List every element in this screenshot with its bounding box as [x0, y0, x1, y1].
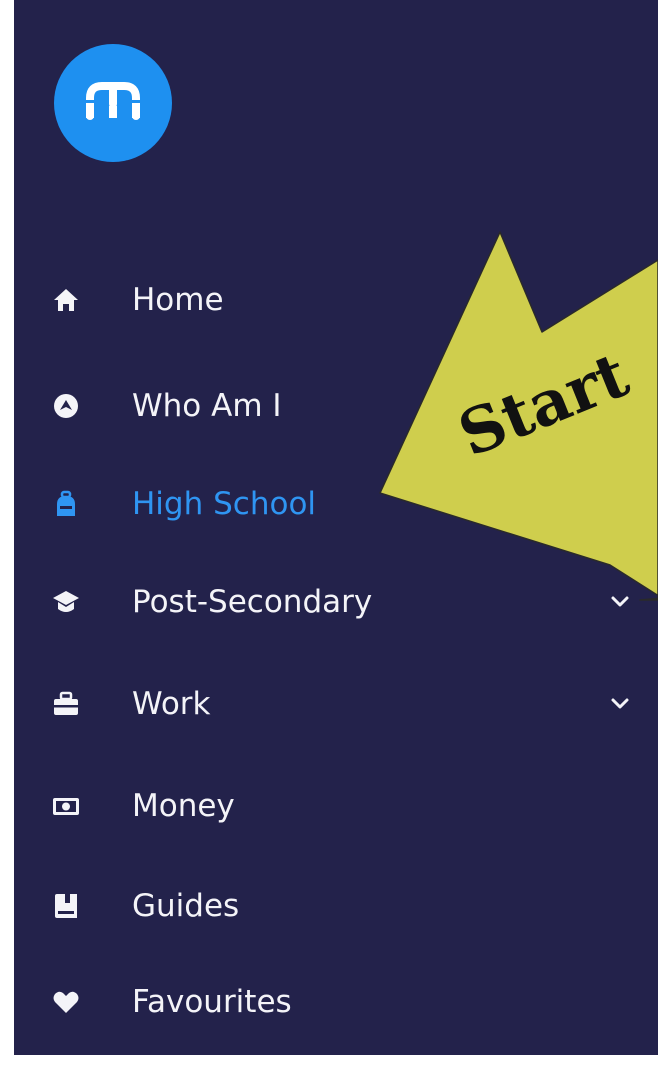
- annotation-arrow: [379, 231, 658, 601]
